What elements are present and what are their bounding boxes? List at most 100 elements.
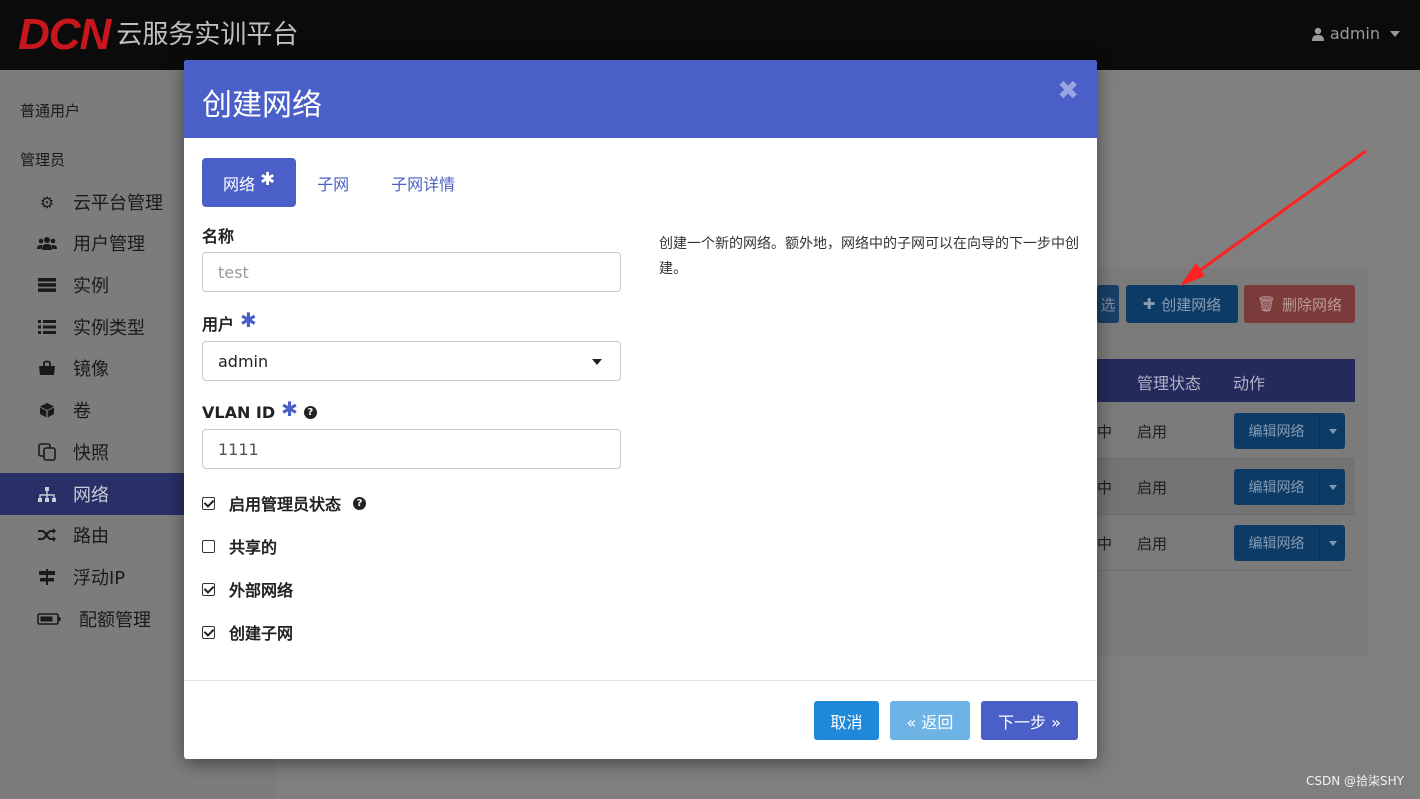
modal-header: 创建网络 ✖ [184,60,1097,138]
sidebar-section-normal-user[interactable]: 普通用户 [20,100,80,121]
sitemap-icon [37,484,57,504]
cancel-button[interactable]: 取消 [814,701,879,740]
sidebar-section-admin[interactable]: 管理员 [20,149,65,170]
vlan-label: VLAN ID ✱ ? [202,397,317,424]
tab-subnet-details[interactable]: 子网详情 [370,158,476,207]
help-icon[interactable]: ? [353,496,367,510]
edit-network-label: 编辑网络 [1248,480,1305,496]
table-cell: 中 [1097,535,1113,553]
table-cell-admin-state: 启用 [1137,535,1168,553]
sidebar-item-label: 卷 [73,401,91,422]
battery-icon [37,609,61,629]
next-button[interactable]: 下一步 » [981,701,1078,740]
external-network-checkbox[interactable]: 外部网络 [202,577,293,601]
create-network-modal: 创建网络 ✖ 网络 ✱ 子网 子网详情 名称 test 用户 ✱ admin V… [184,60,1097,759]
delete-network-button[interactable]: 🗑 删除网络 [1244,285,1355,323]
required-icon: ✱ [260,169,276,190]
random-icon [37,525,57,545]
sidebar-item-label: 实例 [73,276,109,297]
column-admin-state: 管理状态 [1137,374,1202,393]
create-network-label: 创建网络 [1161,295,1222,314]
sidebar-item-label: 用户管理 [73,234,145,255]
vlan-id-input[interactable]: 1111 [202,429,621,469]
user-label-text: 用户 [202,315,235,334]
user-select[interactable]: admin [202,341,621,381]
chevron-down-icon[interactable] [1319,469,1345,505]
user-menu-label: admin [1329,24,1380,43]
tab-network[interactable]: 网络 ✱ [202,158,297,207]
trash-icon: 🗑 [1256,295,1277,313]
chevron-down-icon[interactable] [1319,525,1345,561]
checkbox-label: 共享的 [229,538,278,557]
edit-network-button[interactable]: 编辑网络 [1234,469,1345,505]
name-input-placeholder: test [218,262,249,282]
sidebar-item-label: 浮动IP [73,568,126,589]
chevron-down-icon [1390,30,1400,37]
brand-title: 云服务实训平台 [116,20,299,50]
user-menu[interactable]: admin [1311,24,1400,43]
signpost-icon [37,567,57,587]
table-cell-admin-state: 启用 [1137,479,1168,497]
users-icon [37,233,57,253]
create-network-button[interactable]: ✚ 创建网络 [1126,285,1238,323]
required-icon: ✱ [281,397,298,421]
sidebar-item-label: 路由 [73,526,109,547]
sidebar-item-label: 云平台管理 [73,193,163,214]
plus-icon: ✚ [1142,295,1156,313]
shared-checkbox[interactable]: 共享的 [202,534,277,558]
chevron-down-icon[interactable] [1319,413,1345,449]
edit-network-label: 编辑网络 [1248,536,1305,552]
vlan-id-value: 1111 [218,439,259,459]
checkbox-label: 启用管理员状态 [229,495,342,514]
sidebar-item-label: 配额管理 [79,610,151,631]
admin-state-checkbox[interactable]: 启用管理员状态 ? [202,491,367,515]
tab-subnet[interactable]: 子网 [296,158,370,207]
wizard-tabs: 网络 ✱ 子网 子网详情 [202,158,476,207]
name-label-text: 名称 [202,227,235,246]
checkbox-checked[interactable] [202,496,215,510]
filter-button-label: 选 [1100,295,1116,314]
name-input[interactable]: test [202,252,621,292]
server-icon [37,275,57,295]
tab-label: 子网 [317,174,350,194]
delete-network-label: 删除网络 [1282,295,1343,314]
table-row: 中 启用 编辑网络 [1097,459,1355,515]
brand-logo[interactable]: DCN 云服务实训平台 [18,10,299,59]
close-icon[interactable]: ✖ [1057,76,1079,106]
help-icon[interactable]: ? [303,405,317,419]
cogs-icon: ⚙ [39,192,55,212]
table-header: 管理状态 动作 [1097,359,1355,402]
filter-button[interactable]: 选 [1097,285,1119,323]
back-button[interactable]: « 返回 [890,701,970,740]
user-icon [1311,27,1324,41]
table-row: 中 启用 编辑网络 [1097,403,1355,459]
list-icon [37,317,57,337]
table-cell-admin-state: 启用 [1137,423,1168,441]
tab-label: 子网详情 [391,174,456,194]
table-row: 中 启用 编辑网络 [1097,515,1355,571]
checkbox-label: 外部网络 [229,581,294,600]
create-subnet-checkbox[interactable]: 创建子网 [202,620,293,644]
image-icon [37,358,57,378]
checkbox-unchecked[interactable] [202,539,215,553]
checkbox-label: 创建子网 [229,624,294,643]
vlan-label-text: VLAN ID [202,402,276,422]
sidebar-item-label: 镜像 [73,359,109,380]
checkbox-checked[interactable] [202,582,215,596]
logo-mark: DCN [18,10,111,59]
cube-icon [37,400,57,420]
edit-network-button[interactable]: 编辑网络 [1234,413,1345,449]
user-label: 用户 ✱ [202,308,257,335]
sidebar-item-label: 网络 [73,485,109,506]
checkbox-checked[interactable] [202,625,215,639]
table-cell: 中 [1097,479,1113,497]
modal-title: 创建网络 [202,88,322,123]
watermark: CSDN @拾柒SHY [1306,774,1404,788]
sidebar-item-label: 实例类型 [73,318,145,339]
tab-label: 网络 [223,174,256,194]
sidebar-item-label: 快照 [73,443,109,464]
caret-down-icon [592,359,602,365]
required-icon: ✱ [240,308,257,332]
edit-network-label: 编辑网络 [1248,424,1305,440]
edit-network-button[interactable]: 编辑网络 [1234,525,1345,561]
